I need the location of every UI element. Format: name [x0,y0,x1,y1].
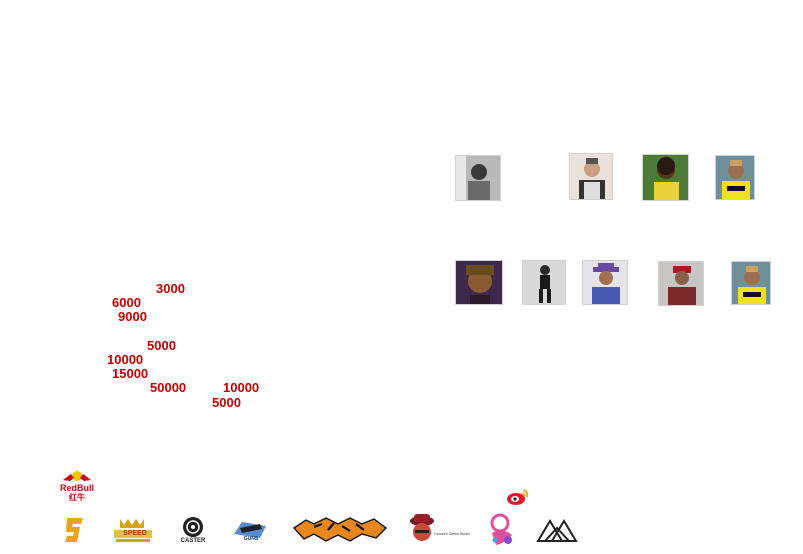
judge-photo[interactable] [715,155,755,200]
judge-photo[interactable] [455,260,503,305]
caster-logo: CASTER [178,516,208,546]
prize-amount: 5000 [212,395,241,410]
judge-photo[interactable] [455,155,501,201]
weibo-icon[interactable] [506,486,530,506]
prize-amount: 5000 [147,338,176,353]
prize-amount: 10000 [107,352,144,367]
pink-dancer-logo [486,513,518,549]
judge-photo[interactable] [642,154,689,201]
prize-amount: 50000 [150,380,187,395]
prize-amount: 10000 [223,380,260,395]
prize-amount: 9000 [118,309,147,324]
judge-photo[interactable] [582,260,628,305]
caster-text: CASTER [180,538,206,544]
s-logo [63,516,85,544]
guns-logo: GUNS [232,516,268,544]
prize-amount: 6000 [112,295,141,310]
judge-photo[interactable] [522,260,566,305]
graffiti-logo [292,514,388,544]
redbull-cn-text: 红牛 [69,493,85,502]
guns-text: GUNS [243,536,259,542]
judge-photo[interactable] [731,261,771,305]
speed-text: SPEED [123,530,147,537]
speed-logo: SPEED [112,517,154,545]
mountain-logo [536,516,580,544]
judge-photo[interactable] [569,153,613,200]
judge-photo[interactable] [658,261,704,306]
studio-text: Groove's Dance Studio [434,532,470,536]
prize-amount: 3000 [156,281,185,296]
redbull-logo: RedBull 红牛 [60,468,94,502]
prize-amount: 15000 [112,366,149,381]
dance-studio-logo: Groove's Dance Studio [408,512,470,546]
